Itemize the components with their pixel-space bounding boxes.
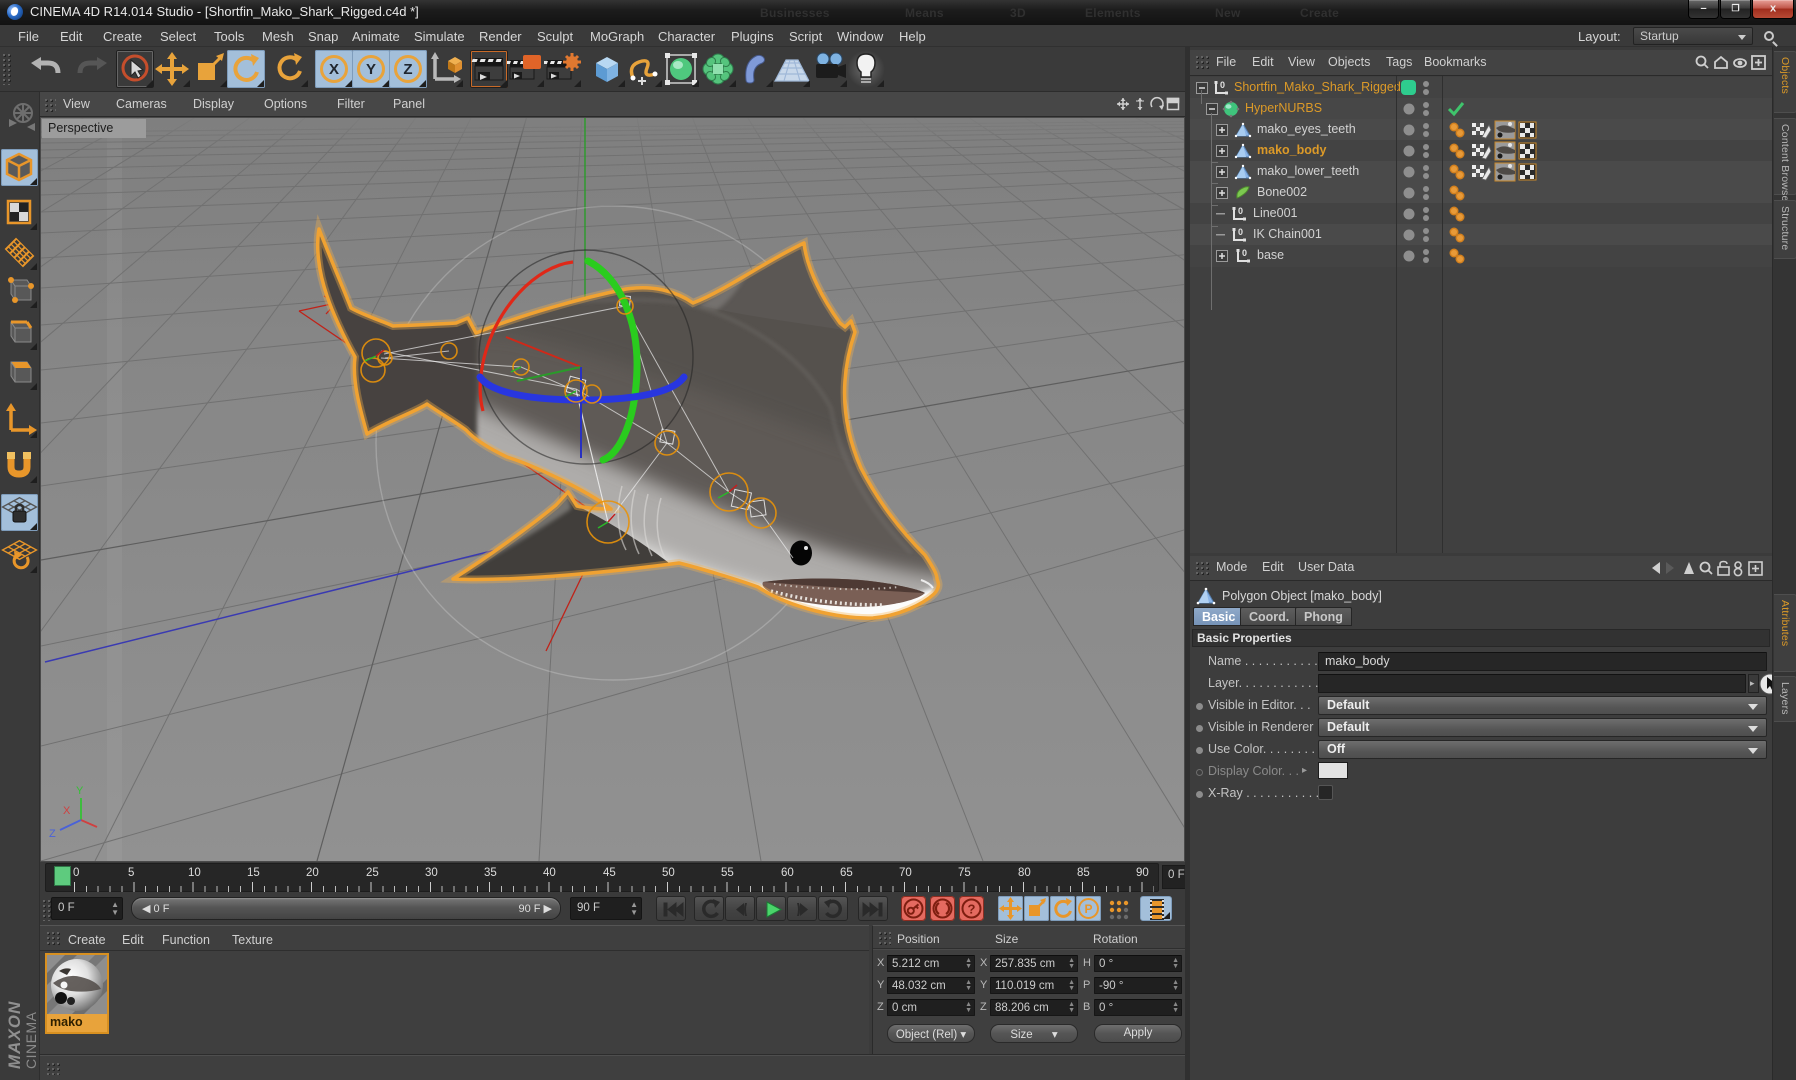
svg-text:Z: Z bbox=[49, 828, 56, 840]
svg-text:Z: Z bbox=[403, 61, 412, 78]
svg-text:X: X bbox=[329, 61, 339, 78]
svg-text:0: 0 bbox=[1238, 227, 1243, 237]
svg-text:X: X bbox=[63, 805, 71, 817]
svg-text:?: ? bbox=[968, 902, 976, 917]
svg-text:0: 0 bbox=[1238, 206, 1243, 216]
svg-text:P: P bbox=[1084, 902, 1092, 916]
svg-text:0: 0 bbox=[1242, 248, 1247, 258]
svg-text:Y: Y bbox=[76, 785, 84, 797]
svg-text:0: 0 bbox=[1220, 80, 1225, 90]
svg-text:Y: Y bbox=[366, 61, 376, 78]
